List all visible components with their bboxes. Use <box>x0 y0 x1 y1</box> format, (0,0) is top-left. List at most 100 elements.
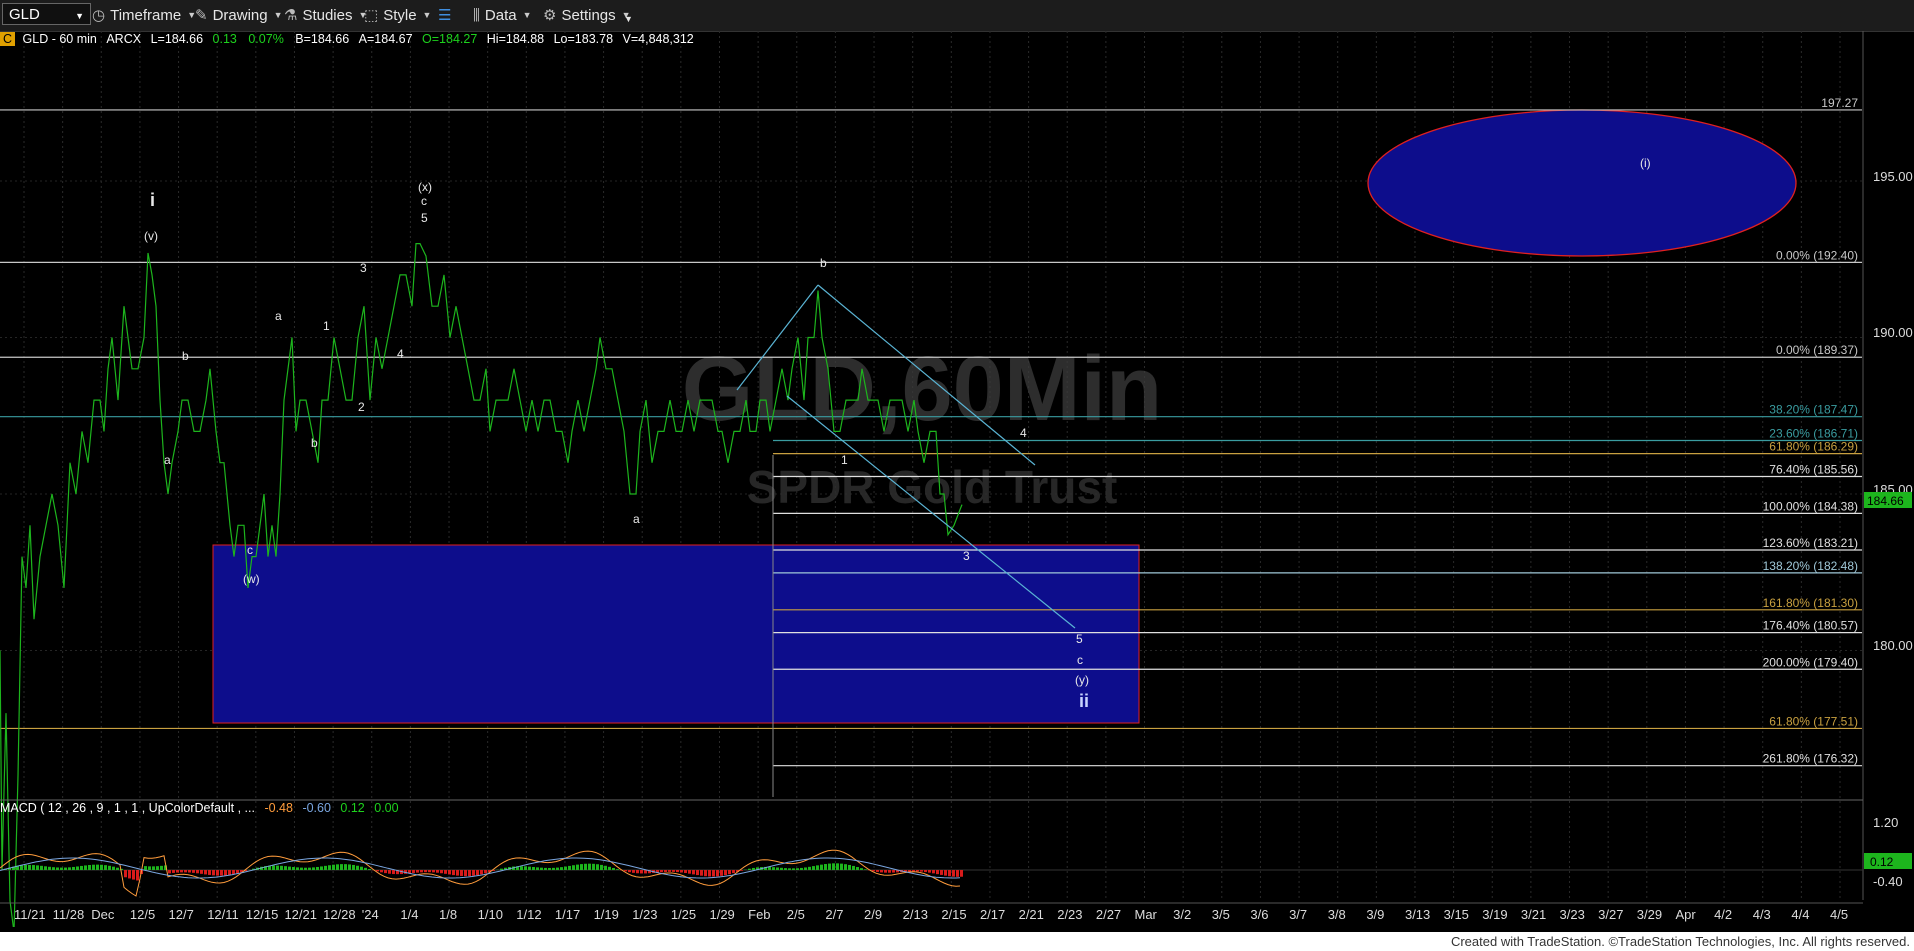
macd-bar <box>144 866 147 870</box>
target-zone <box>212 544 1140 724</box>
macd-bar <box>856 867 859 870</box>
macd-bar <box>776 867 779 870</box>
date-tick: 12/11 <box>207 907 239 922</box>
macd-bar <box>56 867 59 870</box>
macd-bar <box>340 864 343 870</box>
macd-bar <box>320 866 323 870</box>
macd-bar <box>208 870 211 875</box>
macd-bar <box>624 870 627 872</box>
macd-bar <box>832 863 835 870</box>
macd-bar <box>468 870 471 877</box>
macd-bar <box>176 870 179 873</box>
macd-bar <box>128 870 131 879</box>
macd-bar <box>440 870 443 874</box>
macd-bar <box>712 870 715 877</box>
studies-menu[interactable]: ⚗ Studies ▼ <box>284 4 367 26</box>
macd-bar <box>608 866 611 870</box>
macd-bar <box>596 864 599 870</box>
fib-label: 61.80% (186.29) <box>1769 440 1858 454</box>
macd-bar <box>720 870 723 876</box>
macd-bar <box>892 870 895 873</box>
panels-button[interactable]: ☰ <box>438 4 456 26</box>
style-menu[interactable]: ⬚ Style ▼ <box>364 4 431 26</box>
settings-menu[interactable]: ⚙ Settings ▼ <box>543 4 631 26</box>
macd-bar <box>356 865 359 870</box>
price-tick: 195.00 <box>1873 169 1913 184</box>
timeframe-menu[interactable]: ◷ Timeframe ▼ <box>92 4 196 26</box>
symbol-selector[interactable]: GLD ▼ <box>2 3 91 25</box>
macd-bar <box>220 870 223 876</box>
macd-bar <box>24 864 27 870</box>
bar-chart-icon: ⫼ <box>473 6 480 24</box>
macd-bar <box>476 870 479 876</box>
macd-bar <box>588 863 591 870</box>
symbol-value: GLD <box>9 6 40 23</box>
copyright-text: Created with TradeStation. ©TradeStation… <box>1450 934 1910 949</box>
macd-bar <box>36 865 39 870</box>
macd-bar <box>80 865 83 870</box>
toolbar-overflow[interactable]: ▼ <box>624 8 633 30</box>
fib-label: 23.60% (186.71) <box>1769 426 1858 440</box>
date-tick: 2/15 <box>941 907 966 922</box>
date-axis: 11/21 11/28 Dec 12/5 12/7 12/11 12/15 12/21 12/2… <box>14 907 1848 922</box>
macd-bar <box>708 870 711 877</box>
macd-axis: 1.20 -0.40 <box>1873 815 1903 889</box>
macd-bar <box>108 865 111 870</box>
macd-bar <box>88 864 91 870</box>
date-tick: Dec <box>91 907 115 922</box>
macd-bar <box>800 867 803 870</box>
chevron-down-icon: ▼ <box>422 10 432 20</box>
date-tick: 1/25 <box>671 907 696 922</box>
fib-label: 100.00% (184.38) <box>1763 499 1858 513</box>
macd-bar <box>852 865 855 870</box>
macd-bar <box>344 864 347 870</box>
macd-bar <box>276 865 279 870</box>
macd-bar <box>716 870 719 877</box>
macd-bar <box>924 870 927 873</box>
macd-bar <box>436 870 439 873</box>
pencil-icon: ✎ <box>195 7 208 24</box>
data-menu[interactable]: ⫼ Data ▼ <box>473 4 532 26</box>
macd-bar <box>92 864 95 870</box>
macd-bar <box>336 864 339 870</box>
price-chart[interactable]: GLD,60Min SPDR Gold Trust 197.27 0.00% (1… <box>0 31 1914 927</box>
fib-label: 61.80% (177.51) <box>1769 714 1858 728</box>
wave-label: 5 <box>421 211 428 225</box>
macd-bar <box>696 870 699 876</box>
studies-label: Studies <box>302 6 353 24</box>
fib-label: 261.80% (176.32) <box>1763 752 1858 766</box>
date-tick: Apr <box>1675 907 1696 922</box>
macd-bar <box>880 870 883 873</box>
wave-label: 4 <box>1020 426 1027 440</box>
macd-bar <box>424 870 427 873</box>
date-tick: 3/9 <box>1366 907 1384 922</box>
macd-bar <box>216 870 219 876</box>
price-axis: 195.00 190.00 185.00 180.00 <box>1873 169 1913 653</box>
style-label: Style <box>383 6 417 24</box>
wave-label: 1 <box>323 319 330 333</box>
bid-price: B=184.66 <box>295 32 350 46</box>
date-tick: 2/7 <box>825 907 843 922</box>
wave-label: (i) <box>1640 156 1651 170</box>
date-tick: Feb <box>748 907 770 922</box>
macd-bar <box>640 870 643 874</box>
macd-bar <box>432 870 435 873</box>
watermark-title: GLD,60Min <box>682 338 1162 440</box>
wave-label: (v) <box>144 229 158 243</box>
macd-bar <box>212 870 215 876</box>
wave-label: 5 <box>1076 632 1083 646</box>
macd-bar <box>464 870 467 877</box>
wave-label: 4 <box>397 347 404 361</box>
macd-bar <box>844 864 847 870</box>
macd-bar <box>728 870 731 875</box>
macd-bar <box>536 867 539 870</box>
drawing-menu[interactable]: ✎ Drawing ▼ <box>195 4 283 26</box>
macd-bar <box>168 870 171 874</box>
chart-symbol: GLD - 60 min <box>22 32 97 46</box>
macd-bar <box>156 866 159 870</box>
macd-bar <box>936 870 939 875</box>
low-price: Lo=183.78 <box>553 32 614 46</box>
date-tick: 11/28 <box>53 907 85 922</box>
macd-bar <box>324 865 327 870</box>
macd-bar <box>44 866 47 870</box>
